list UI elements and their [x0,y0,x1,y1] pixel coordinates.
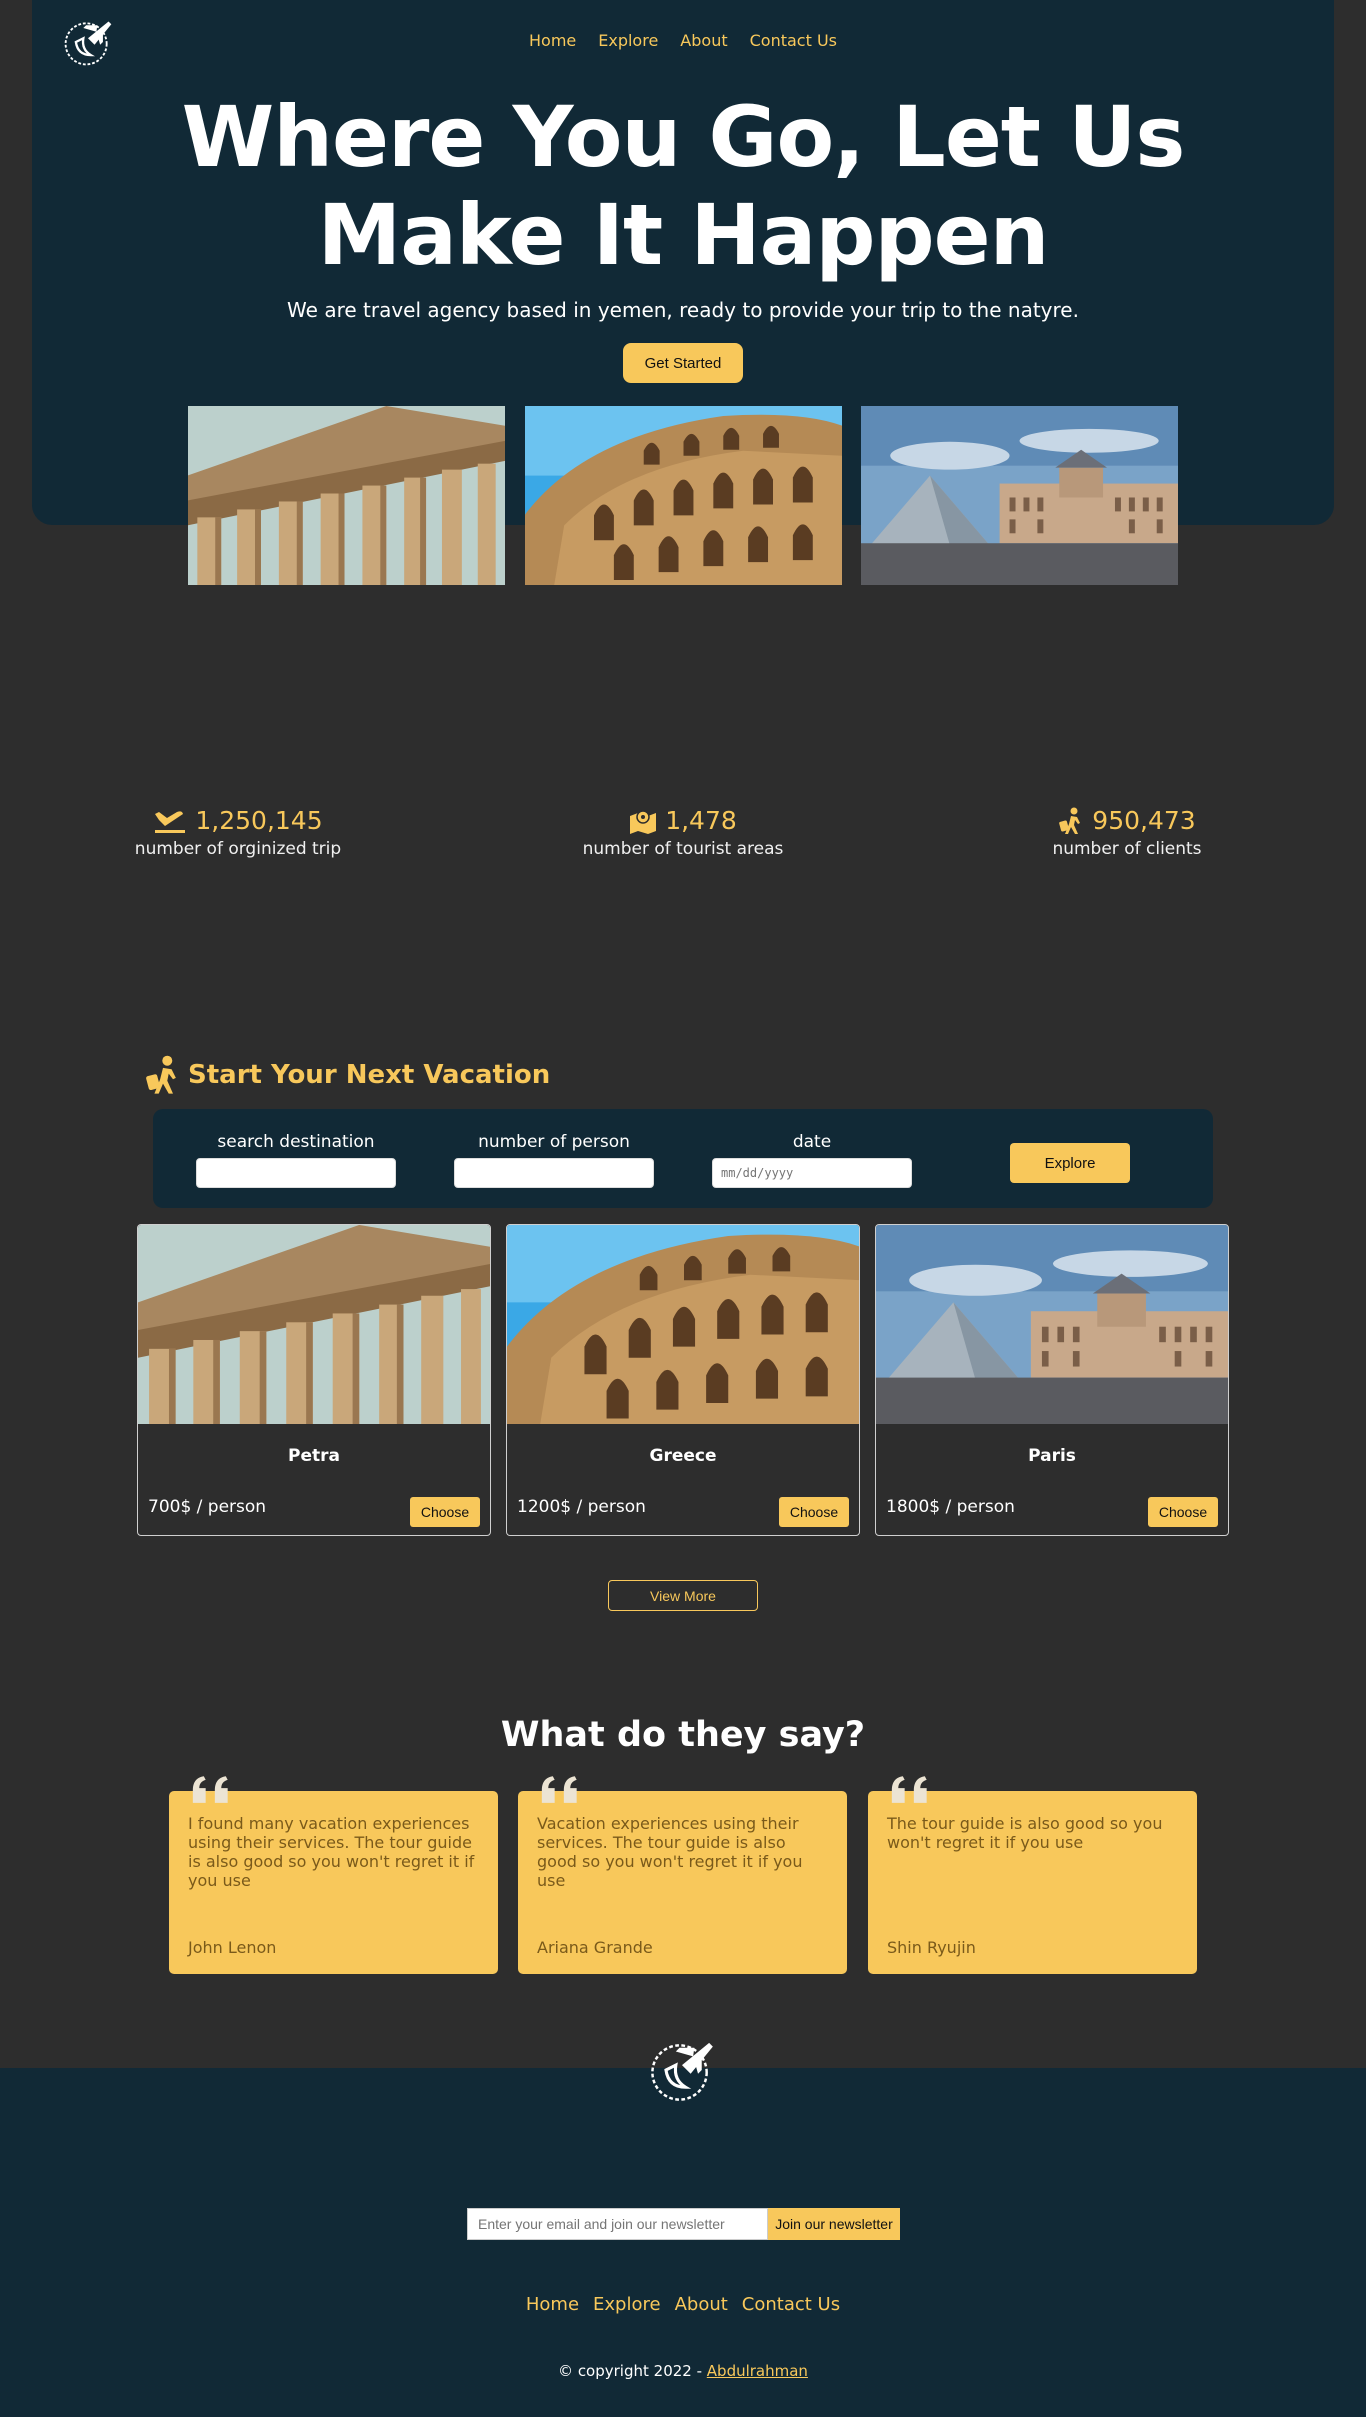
card-title: Paris [1028,1446,1076,1466]
testimonial-author: Ariana Grande [537,1938,653,1957]
footer-logo-icon[interactable] [645,2033,719,2107]
traveler-icon [1059,807,1081,834]
nav-explore-link[interactable]: Explore [598,31,658,50]
stat-clients: 950,473 number of clients [997,806,1257,859]
card-price: 700$ / person [148,1497,267,1517]
footer-nav-home-link[interactable]: Home [526,2294,579,2315]
map-location-icon [630,809,657,834]
footer-nav-explore-link[interactable]: Explore [593,2294,661,2315]
vacation-title-text: Start Your Next Vacation [188,1060,551,1090]
stat-areas-value: 1,478 [665,806,737,835]
testimonial-author: Shin Ryujin [887,1938,976,1957]
card-image [876,1225,1229,1424]
card-image [138,1225,491,1424]
explore-button[interactable]: Explore [1010,1143,1130,1183]
stat-trips: 1,250,145 number of orginized trip [108,806,368,859]
nav-about-link[interactable]: About [680,31,727,50]
stat-areas-label: number of tourist areas [582,839,784,859]
persons-label: number of person [478,1132,630,1152]
quote-icon [540,1775,584,1805]
date-field: date [712,1132,912,1188]
destination-input[interactable] [196,1158,396,1188]
choose-button[interactable]: Choose [1148,1497,1218,1527]
testimonial-text: I found many vacation experiences using … [188,1814,475,1890]
stat-clients-value: 950,473 [1092,806,1196,835]
quote-icon [890,1775,934,1805]
stat-trips-label: number of orginized trip [134,839,342,859]
hero-image-parthenon [188,406,505,585]
hero-title: Where You Go, Let Us Make It Happen [0,88,1366,284]
destination-label: search destination [217,1132,375,1152]
get-started-button[interactable]: Get Started [623,343,743,383]
copyright-text: © copyright 2022 - [558,2362,707,2380]
hero-title-line2: Make It Happen [317,186,1050,284]
testimonial-text: The tour guide is also good so you won't… [887,1814,1163,1852]
hero-title-line1: Where You Go, Let Us [181,88,1186,186]
stat-clients-label: number of clients [1052,839,1202,859]
card-price: 1200$ / person [517,1497,646,1517]
testimonial-card: I found many vacation experiences using … [169,1791,498,1974]
testimonial-card: The tour guide is also good so you won't… [868,1791,1197,1974]
persons-field: number of person [454,1132,654,1188]
testimonials-title: What do they say? [500,1715,866,1755]
card-price: 1800$ / person [886,1497,1015,1517]
destination-card-greece: Greece 1200$ / person Choose [506,1224,860,1536]
nav-home-link[interactable]: Home [529,31,576,50]
destination-card-petra: Petra 700$ / person Choose [137,1224,491,1536]
hero-subtitle: We are travel agency based in yemen, rea… [287,298,1079,322]
footer-nav-about-link[interactable]: About [675,2294,728,2315]
choose-button[interactable]: Choose [779,1497,849,1527]
quote-icon [191,1775,235,1805]
destination-field: search destination [196,1132,396,1188]
hero-image-louvre [861,406,1178,585]
plane-landing-icon [155,810,186,833]
author-link[interactable]: Abdulrahman [707,2362,808,2380]
destination-card-paris: Paris 1800$ / person Choose [875,1224,1229,1536]
persons-input[interactable] [454,1158,654,1188]
stat-trips-value: 1,250,145 [195,806,323,835]
vacation-section-title: Start Your Next Vacation [144,1055,550,1095]
top-navigation: Home Explore About Contact Us [0,31,1366,50]
card-title: Greece [649,1446,717,1466]
search-panel: search destination number of person date… [153,1109,1213,1208]
hero-image-colosseum [525,406,842,585]
date-input[interactable] [712,1158,912,1188]
newsletter-email-input[interactable] [467,2208,768,2240]
join-newsletter-button[interactable]: Join our newsletter [768,2208,900,2240]
date-label: date [792,1132,832,1152]
testimonial-card: Vacation experiences using their service… [518,1791,847,1974]
footer-navigation: Home Explore About Contact Us [0,2294,1366,2315]
testimonial-text: Vacation experiences using their service… [537,1814,803,1890]
card-image [507,1225,860,1424]
choose-button[interactable]: Choose [410,1497,480,1527]
copyright: © copyright 2022 - Abdulrahman [0,2362,1366,2380]
footer-nav-contact-link[interactable]: Contact Us [742,2294,840,2315]
card-title: Petra [288,1446,340,1466]
traveler-icon [146,1055,176,1094]
nav-contact-link[interactable]: Contact Us [750,31,837,50]
view-more-button[interactable]: View More [608,1580,758,1611]
stat-areas: 1,478 number of tourist areas [553,806,813,859]
testimonial-author: John Lenon [188,1938,277,1957]
